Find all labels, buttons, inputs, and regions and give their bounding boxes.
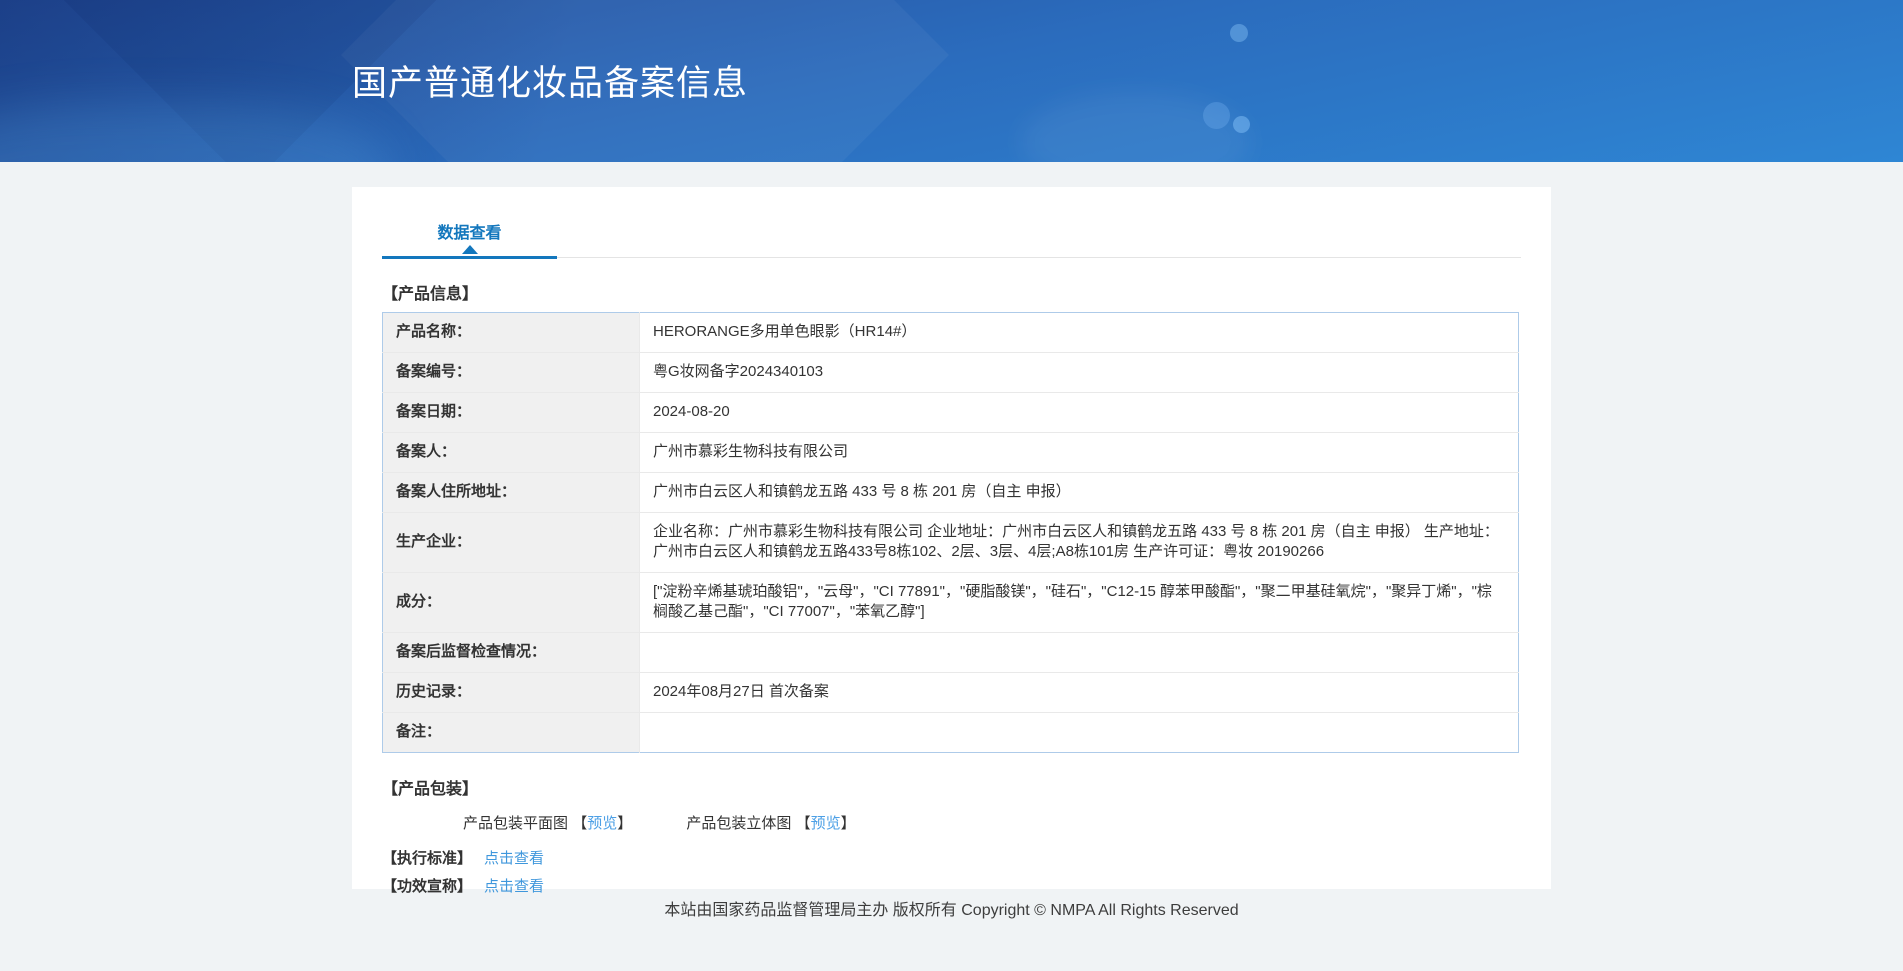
row-filing-number: 备案编号： 粤G妆网备字2024340103 [382,352,1519,393]
row-product-name: 产品名称： HERORANGE多用单色眼影（HR14#） [382,312,1519,353]
standard-section-title: 【执行标准】 [382,850,473,867]
field-value: HERORANGE多用单色眼影（HR14#） [639,312,1519,353]
main-content: 数据查看 【产品信息】 产品名称： HERORANGE多用单色眼影（HR14#）… [352,187,1551,922]
packaging-row: 产品包装平面图 【预览】 产品包装立体图 【预览】 [382,813,1521,834]
field-value [639,712,1519,753]
bracket-open: 【 [795,815,811,832]
field-label: 产品名称： [382,312,640,353]
row-filer: 备案人： 广州市慕彩生物科技有限公司 [382,432,1519,473]
efficacy-section-title: 【功效宣称】 [382,878,473,895]
bracket-open: 【 [572,815,588,832]
row-ingredients: 成分： ["淀粉辛烯基琥珀酸铝"，"云母"，"CI 77891"，"硬脂酸镁"，… [382,572,1519,633]
bracket-close: 】 [617,815,633,832]
packaging-flat-label: 产品包装平面图 [463,815,569,832]
bracket-close: 】 [840,815,856,832]
field-value [639,632,1519,673]
field-label: 成分： [382,572,640,633]
row-post-filing-supervision: 备案后监督检查情况： [382,632,1519,673]
standard-row: 【执行标准】 点击查看 [382,848,1521,870]
row-filing-date: 备案日期： 2024-08-20 [382,392,1519,433]
product-info-section-title: 【产品信息】 [382,286,479,303]
field-label: 历史记录： [382,672,640,713]
packaging-stereo-item: 产品包装立体图 【预览】 [686,815,855,832]
page-title: 国产普通化妆品备案信息 [352,64,749,103]
efficacy-view-link[interactable]: 点击查看 [484,878,544,895]
field-label: 备案编号： [382,352,640,393]
field-value: 企业名称：广州市慕彩生物科技有限公司 企业地址：广州市白云区人和镇鹤龙五路 43… [639,512,1519,573]
field-value: 2024-08-20 [639,392,1519,433]
field-value: 粤G妆网备字2024340103 [639,352,1519,393]
header-decor-circle-3 [1233,116,1250,133]
field-label: 备注： [382,712,640,753]
packaging-flat-item: 产品包装平面图 【预览】 [463,815,636,832]
field-value: 广州市慕彩生物科技有限公司 [639,432,1519,473]
field-value: 广州市白云区人和镇鹤龙五路 433 号 8 栋 201 房（自主 申报） [639,472,1519,513]
packaging-stereo-preview-link[interactable]: 预览 [811,815,841,832]
field-label: 备案人： [382,432,640,473]
row-history: 历史记录： 2024年08月27日 首次备案 [382,672,1519,713]
page-header: 国产普通化妆品备案信息 [0,0,1903,162]
field-value: 2024年08月27日 首次备案 [639,672,1519,713]
packaging-section-title: 【产品包装】 [382,781,479,798]
tab-data-view[interactable]: 数据查看 [382,219,557,259]
field-value: ["淀粉辛烯基琥珀酸铝"，"云母"，"CI 77891"，"硬脂酸镁"，"硅石"… [639,572,1519,633]
row-filer-address: 备案人住所地址： 广州市白云区人和镇鹤龙五路 433 号 8 栋 201 房（自… [382,472,1519,513]
field-label: 备案日期： [382,392,640,433]
field-label: 备案后监督检查情况： [382,632,640,673]
row-manufacturer: 生产企业： 企业名称：广州市慕彩生物科技有限公司 企业地址：广州市白云区人和镇鹤… [382,512,1519,573]
field-label: 备案人住所地址： [382,472,640,513]
tab-indicator-triangle-icon [461,245,478,254]
field-label: 生产企业： [382,512,640,573]
standard-view-link[interactable]: 点击查看 [484,850,544,867]
product-info-table: 产品名称： HERORANGE多用单色眼影（HR14#） 备案编号： 粤G妆网备… [382,312,1519,753]
row-remarks: 备注： [382,712,1519,753]
packaging-stereo-label: 产品包装立体图 [686,815,792,832]
tab-data-view-label: 数据查看 [437,225,502,242]
packaging-flat-preview-link[interactable]: 预览 [587,815,617,832]
content-card: 数据查看 【产品信息】 产品名称： HERORANGE多用单色眼影（HR14#）… [352,187,1551,895]
header-decor-circle-2 [1203,102,1230,129]
tab-bar: 数据查看 [382,187,1521,259]
